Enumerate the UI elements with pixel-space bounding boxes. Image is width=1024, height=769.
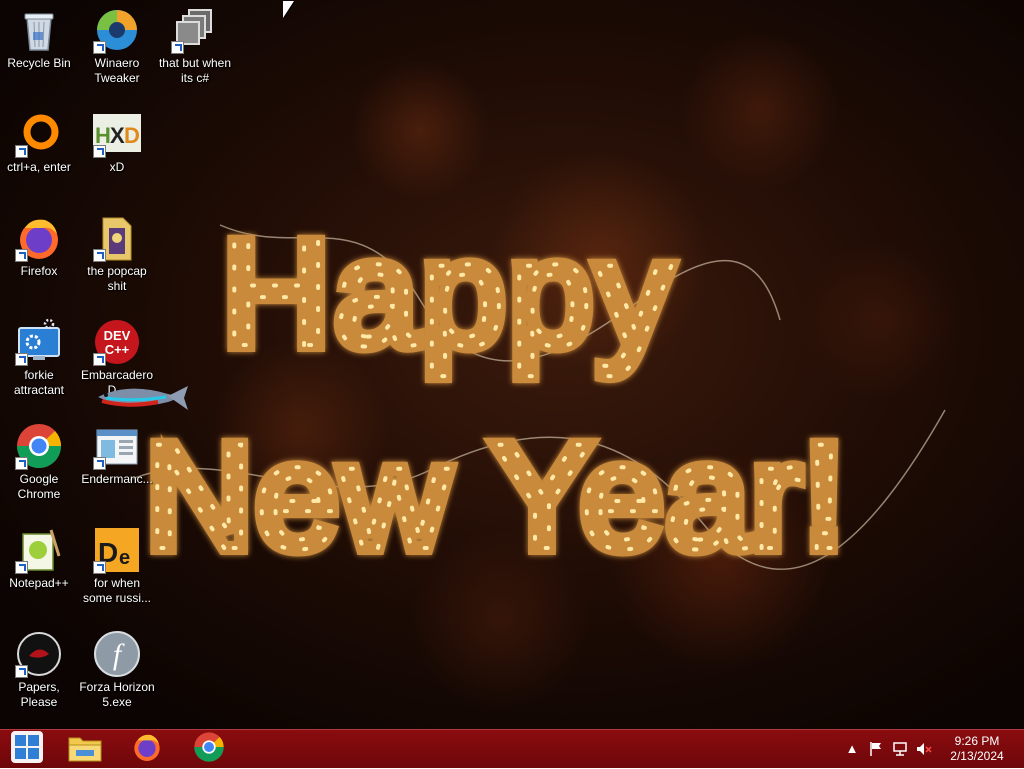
desktop[interactable]: Happy Happy New Year! New Year! Recycle …: [0, 0, 1024, 729]
dev-cpp-icon: DEV C++: [93, 318, 141, 366]
icon-label: that but when its c#: [158, 56, 232, 85]
svg-text:e: e: [119, 547, 130, 569]
icon-label: Firefox: [20, 264, 58, 278]
wallpaper-line1-bulbs: Happy: [222, 209, 676, 377]
icon-label: Forza Horizon 5.exe: [79, 680, 155, 709]
chrome-icon: [193, 731, 225, 768]
desktop-icon-recycle-bin[interactable]: Recycle Bin: [0, 0, 78, 100]
show-hidden-icons-chevron[interactable]: ▲: [844, 741, 860, 757]
svg-text:DEV: DEV: [104, 328, 131, 343]
firefox-icon: [131, 731, 163, 768]
shortcut-arrow-icon: [93, 561, 106, 574]
stacked-windows-icon: [171, 6, 219, 54]
shortcut-arrow-icon: [15, 457, 28, 470]
folder-icon: [93, 214, 141, 262]
desktop-icon-that-but-when-its-csharp[interactable]: that but when its c#: [156, 0, 234, 100]
desktop-icon-the-popcap-shit[interactable]: the popcap shit: [78, 208, 156, 308]
flash-icon: f: [93, 630, 141, 678]
shortcut-arrow-icon: [93, 457, 106, 470]
icon-label: Endermanc...: [81, 472, 153, 486]
icon-label: ctrl+a, enter: [7, 160, 71, 174]
shortcut-arrow-icon: [93, 145, 106, 158]
start-button[interactable]: [1, 730, 53, 769]
computer-settings-icon: [15, 318, 63, 366]
desktop-icon-hxd[interactable]: H X D xD: [78, 104, 156, 204]
chrome-icon: [15, 422, 63, 470]
shortcut-arrow-icon: [15, 249, 28, 262]
window-app-icon: [93, 422, 141, 470]
icon-label: forkie attractant: [13, 368, 65, 397]
desktop-icon-google-chrome[interactable]: Google Chrome: [0, 416, 78, 516]
icon-label: Winaero Tweaker: [94, 56, 140, 85]
shortcut-arrow-icon: [93, 249, 106, 262]
desktop-icon-ctrl-a-enter[interactable]: ctrl+a, enter: [0, 104, 78, 204]
desktop-icon-notepad-plus-plus[interactable]: Notepad++: [0, 520, 78, 620]
recycle-bin-icon: [15, 6, 63, 54]
desktop-icon-papers-please[interactable]: Papers, Please: [0, 624, 78, 724]
file-explorer-button[interactable]: [59, 731, 111, 767]
svg-text:C++: C++: [105, 342, 130, 357]
orange-ring-icon: [15, 110, 63, 158]
shortcut-arrow-icon: [93, 353, 106, 366]
shortcut-arrow-icon: [15, 353, 28, 366]
mouse-cursor-icon: [283, 1, 294, 18]
fish-desktop-toy[interactable]: [88, 380, 192, 414]
shortcut-arrow-icon: [93, 41, 106, 54]
icon-label: for when some russi...: [82, 576, 151, 605]
winaero-tweaker-icon: [93, 6, 141, 54]
taskbar: ▲ 9:26 PM 2/13/2024: [0, 729, 1024, 768]
svg-text:X: X: [110, 123, 125, 148]
desktop-icon-winaero-tweaker[interactable]: Winaero Tweaker: [78, 0, 156, 100]
clock-time: 9:26 PM: [954, 734, 1000, 748]
firefox-button[interactable]: [121, 731, 173, 767]
hxd-icon: H X D: [93, 110, 141, 158]
shortcut-arrow-icon: [171, 41, 184, 54]
wallpaper-line2-bulbs: New Year!: [145, 412, 847, 580]
icon-label: the popcap shit: [87, 264, 147, 293]
desktop-icon-forza-horizon-5[interactable]: f Forza Horizon 5.exe: [78, 624, 156, 724]
chrome-button[interactable]: [183, 731, 235, 767]
clock-date: 2/13/2024: [950, 749, 1004, 763]
icon-label: Papers, Please: [18, 680, 60, 709]
icon-label: Notepad++: [9, 576, 69, 590]
icon-label: Google Chrome: [17, 472, 61, 501]
flag-icon[interactable]: [868, 741, 884, 757]
shortcut-arrow-icon: [15, 561, 28, 574]
svg-text:D: D: [124, 123, 140, 148]
wallpaper-line1: Happy: [222, 209, 676, 377]
firefox-icon: [15, 214, 63, 262]
wallpaper-line2: New Year!: [145, 412, 847, 580]
folder-icon: [68, 732, 102, 767]
papers-please-icon: [15, 630, 63, 678]
network-icon[interactable]: [892, 741, 908, 757]
windows-logo-icon: [10, 730, 44, 769]
shortcut-arrow-icon: [15, 145, 28, 158]
notepad-plus-plus-icon: [15, 526, 63, 574]
de-app-icon: D e: [93, 526, 141, 574]
icon-label: xD: [109, 160, 125, 174]
desktop-icon-endermanch[interactable]: Endermanc...: [78, 416, 156, 516]
system-tray: ▲ 9:26 PM 2/13/2024: [844, 730, 1024, 768]
volume-muted-icon[interactable]: [916, 741, 932, 757]
icon-label: Recycle Bin: [7, 56, 71, 70]
shortcut-arrow-icon: [15, 665, 28, 678]
desktop-icon-for-when-some-russi[interactable]: D e for when some russi...: [78, 520, 156, 620]
desktop-icon-forkie-attractant[interactable]: forkie attractant: [0, 312, 78, 412]
taskbar-clock[interactable]: 9:26 PM 2/13/2024: [942, 734, 1012, 764]
desktop-icon-firefox[interactable]: Firefox: [0, 208, 78, 308]
